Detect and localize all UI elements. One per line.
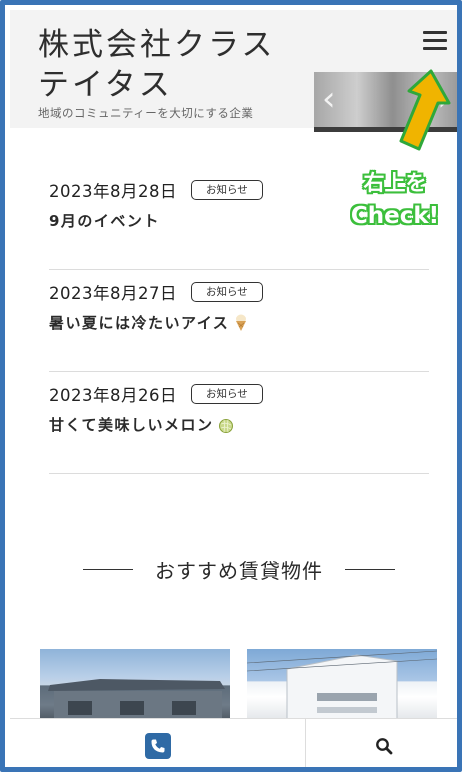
phone-icon[interactable] bbox=[144, 732, 171, 759]
featured-properties-heading: おすすめ賃貸物件 bbox=[83, 555, 395, 584]
callout-arrow-icon bbox=[399, 69, 451, 151]
news-item[interactable]: 2023年8月26日 お知らせ 甘くて美味しいメロン bbox=[49, 372, 429, 474]
news-category-badge: お知らせ bbox=[191, 180, 263, 200]
melon-icon bbox=[218, 418, 233, 433]
site-tagline: 地域のコミュニティーを大切にする企業 bbox=[38, 106, 254, 120]
slider-prev-icon[interactable]: ‹ bbox=[322, 82, 336, 116]
property-building-image bbox=[247, 650, 437, 729]
news-title-text[interactable]: 9月のイベント bbox=[49, 210, 160, 231]
news-item[interactable]: 2023年8月28日 お知らせ 9月のイベント bbox=[49, 168, 429, 270]
bottom-action-bar bbox=[10, 718, 457, 767]
news-item[interactable]: 2023年8月27日 お知らせ 暑い夏には冷たいアイス bbox=[49, 270, 429, 372]
news-title[interactable]: 暑い夏には冷たいアイス bbox=[49, 312, 429, 333]
hamburger-menu-icon[interactable] bbox=[423, 31, 447, 53]
news-title-text[interactable]: 暑い夏には冷たいアイス bbox=[49, 312, 229, 333]
news-title[interactable]: 甘くて美味しいメロン bbox=[49, 414, 429, 435]
search-icon[interactable] bbox=[375, 737, 393, 755]
news-date: 2023年8月28日 bbox=[49, 182, 177, 201]
call-button[interactable] bbox=[10, 719, 306, 767]
news-category-badge: お知らせ bbox=[191, 384, 263, 404]
page-frame: ‹ › 株式会社クラステイタス 地域のコミュニティーを大切にする企業 右上を C… bbox=[0, 0, 462, 772]
property-photo[interactable] bbox=[247, 649, 437, 729]
property-building-image bbox=[48, 679, 225, 729]
search-button[interactable] bbox=[306, 719, 457, 767]
news-category-badge: お知らせ bbox=[191, 282, 263, 302]
ice-cream-icon bbox=[236, 314, 247, 331]
news-date: 2023年8月26日 bbox=[49, 386, 177, 405]
property-photo[interactable] bbox=[40, 649, 230, 729]
news-title[interactable]: 9月のイベント bbox=[49, 210, 429, 231]
news-title-text[interactable]: 甘くて美味しいメロン bbox=[49, 414, 214, 435]
site-logo-text[interactable]: 株式会社クラステイタス bbox=[38, 25, 298, 105]
heading-rule-right bbox=[345, 568, 395, 571]
news-date: 2023年8月27日 bbox=[49, 284, 177, 303]
heading-rule-left bbox=[83, 568, 133, 571]
section-heading-text: おすすめ賃貸物件 bbox=[155, 559, 323, 583]
news-list: 2023年8月28日 お知らせ 9月のイベント 2023年8月27日 お知らせ … bbox=[49, 168, 429, 474]
